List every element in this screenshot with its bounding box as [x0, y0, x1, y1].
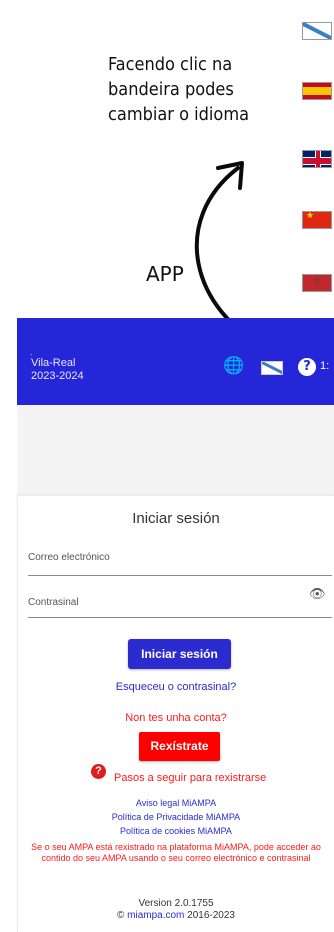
- header-extra: 1:: [320, 360, 330, 372]
- spanish-flag-icon[interactable]: [302, 82, 332, 100]
- legal-notice-link[interactable]: Aviso legal MiAMPA: [18, 798, 334, 808]
- school-year: 2023-2024: [31, 370, 84, 382]
- uk-flag-icon[interactable]: [302, 150, 332, 168]
- version-text: Version 2.0.1755: [138, 898, 214, 909]
- copyright-years: 2016-2023: [187, 910, 235, 921]
- globe-icon[interactable]: 🌐: [223, 358, 244, 375]
- school-info: Vila-Real 2023-2024: [31, 357, 84, 383]
- help-icon[interactable]: ?: [298, 358, 316, 376]
- school-name: Vila-Real: [31, 357, 76, 369]
- eye-icon[interactable]: 👁: [309, 587, 326, 602]
- language-flag-button[interactable]: [261, 361, 283, 375]
- email-field[interactable]: Correo electrónico: [28, 552, 110, 563]
- cookies-policy-link[interactable]: Política de cookies MiAMPA: [18, 826, 334, 836]
- login-card: Iniciar sesión Correo electrónico Contra…: [17, 495, 334, 932]
- galician-flag-icon[interactable]: [302, 22, 332, 40]
- language-hint-text: Facendo clic na bandeira podes cambiar o…: [108, 54, 250, 125]
- app-label: APP: [146, 262, 184, 286]
- school-dot: .: [30, 348, 33, 357]
- site-link[interactable]: miampa.com: [127, 910, 184, 921]
- moroccan-flag-icon[interactable]: [302, 274, 332, 292]
- platform-notice: Se o seu AMPA está rexistrado na platafo…: [31, 842, 321, 863]
- registration-steps-link[interactable]: Pasos a seguir para rexistrarse: [114, 772, 266, 784]
- app-header: . Vila-Real 2023-2024 🌐 ? 1:: [17, 318, 334, 405]
- login-title: Iniciar sesión: [132, 510, 220, 527]
- no-account-text: Non tes unha conta?: [125, 712, 227, 724]
- forgot-password-link[interactable]: Esqueceu o contrasinal?: [18, 681, 334, 693]
- email-underline: [28, 575, 332, 576]
- copyright: © miampa.com 2016-2023: [18, 910, 334, 921]
- page-background: [17, 405, 334, 495]
- password-underline: [28, 617, 332, 618]
- chinese-flag-icon[interactable]: [302, 211, 332, 229]
- help-icon[interactable]: ?: [91, 764, 106, 779]
- curved-arrow-head: [216, 161, 244, 190]
- privacy-policy-link[interactable]: Política de Privacidade MiAMPA: [18, 812, 334, 822]
- register-button[interactable]: Rexístrate: [139, 732, 220, 761]
- password-field[interactable]: Contrasinal: [28, 597, 79, 608]
- login-button[interactable]: Iniciar sesión: [128, 639, 231, 669]
- copyright-symbol: ©: [116, 910, 125, 921]
